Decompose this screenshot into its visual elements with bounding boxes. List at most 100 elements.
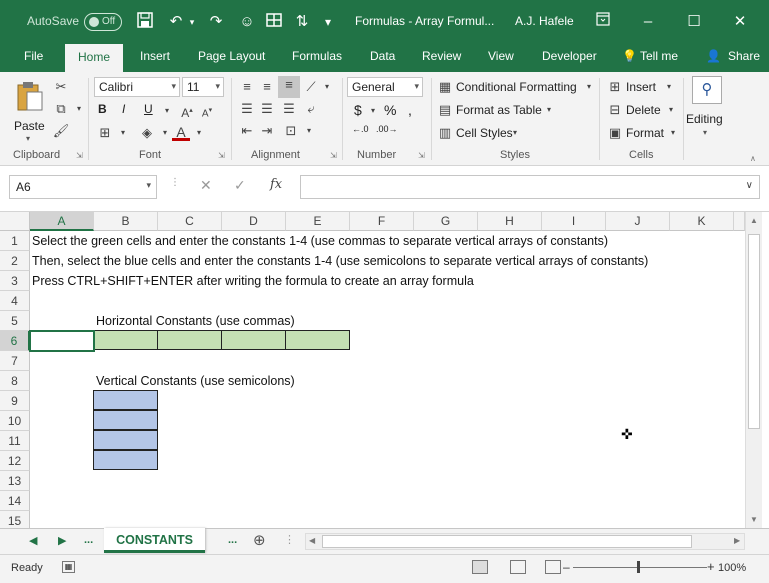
- copy-icon[interactable]: ⧉: [52, 100, 70, 118]
- editing-button[interactable]: ⚲ Editing ▾: [686, 76, 728, 137]
- insert-dropdown-icon[interactable]: ▾: [660, 78, 678, 96]
- row-header-15[interactable]: 15: [0, 511, 30, 528]
- scroll-down-icon[interactable]: ▼: [750, 515, 758, 524]
- font-size-select[interactable]: 11 ▾: [182, 77, 224, 97]
- more-sheets-left[interactable]: ...: [84, 534, 93, 546]
- currency-dropdown-icon[interactable]: ▾: [364, 102, 382, 120]
- close-icon[interactable]: ✕: [730, 12, 750, 32]
- align-left-icon[interactable]: ☰: [238, 100, 256, 118]
- clipboard-launcher-icon[interactable]: ⇲: [76, 151, 83, 160]
- blue-cell-b12[interactable]: [93, 450, 158, 470]
- tab-insert[interactable]: Insert: [140, 49, 170, 63]
- fill-color-icon[interactable]: ◈: [138, 124, 156, 142]
- increase-indent-icon[interactable]: ⇥: [258, 122, 276, 140]
- row-header-1[interactable]: 1: [0, 231, 30, 251]
- cell-b5[interactable]: Horizontal Constants (use commas): [96, 311, 295, 331]
- customize-toolbar-icon[interactable]: ▾: [318, 12, 338, 32]
- zoom-percent[interactable]: 100%: [718, 562, 746, 574]
- format-dropdown-icon[interactable]: ▾: [664, 124, 682, 142]
- blue-cell-b10[interactable]: [93, 410, 158, 430]
- sheet-tab-constants[interactable]: CONSTANTS: [104, 528, 205, 553]
- green-cell-d6[interactable]: [221, 330, 286, 350]
- add-sheet-icon[interactable]: ⊕: [253, 531, 266, 549]
- share-button[interactable]: Share: [728, 49, 760, 63]
- column-header-k[interactable]: K: [670, 212, 734, 231]
- row-header-4[interactable]: 4: [0, 291, 30, 311]
- worksheet-grid[interactable]: A B C D E F G H I J K 1 2 3 4 5 6 7 8 9 …: [0, 212, 769, 528]
- font-color-dropdown-icon[interactable]: ▾: [190, 124, 208, 142]
- insert-cells-button[interactable]: Insert: [626, 80, 656, 94]
- zoom-slider-thumb[interactable]: [637, 561, 640, 573]
- decrease-font-icon[interactable]: A▾: [198, 102, 216, 120]
- collapse-ribbon-icon[interactable]: ∧: [750, 154, 756, 163]
- redo-icon[interactable]: ↷: [206, 12, 226, 32]
- font-name-select[interactable]: Calibri ▾: [94, 77, 180, 97]
- column-header-d[interactable]: D: [222, 212, 286, 231]
- formula-input[interactable]: ∨: [300, 175, 760, 199]
- orientation-dropdown-icon[interactable]: ▾: [318, 78, 336, 96]
- column-header-b[interactable]: B: [94, 212, 158, 231]
- italic-button[interactable]: I: [122, 102, 125, 116]
- align-bottom-icon[interactable]: ≡: [278, 76, 300, 98]
- next-sheet-icon[interactable]: ▶: [58, 534, 66, 547]
- vertical-scroll-thumb[interactable]: [748, 234, 760, 429]
- row-header-13[interactable]: 13: [0, 471, 30, 491]
- delete-dropdown-icon[interactable]: ▾: [662, 101, 680, 119]
- tab-home[interactable]: Home: [65, 44, 124, 72]
- row-header-6[interactable]: 6: [0, 331, 30, 351]
- undo-dropdown-icon[interactable]: ▾: [182, 12, 202, 32]
- column-header-a[interactable]: A: [30, 212, 94, 231]
- row-header-2[interactable]: 2: [0, 251, 30, 271]
- name-box[interactable]: A6 ▾: [9, 175, 157, 199]
- row-header-10[interactable]: 10: [0, 411, 30, 431]
- insert-function-icon[interactable]: fx: [270, 177, 282, 192]
- vertical-scrollbar[interactable]: ▲ ▼: [745, 212, 762, 528]
- borders-icon[interactable]: ⊞: [96, 124, 114, 142]
- underline-button[interactable]: U: [144, 102, 153, 116]
- horizontal-scrollbar[interactable]: ◀ ▶: [305, 533, 745, 550]
- scroll-left-icon[interactable]: ◀: [309, 536, 315, 545]
- increase-font-icon[interactable]: A▴: [178, 102, 196, 120]
- row-header-8[interactable]: 8: [0, 371, 30, 391]
- format-cells-button[interactable]: Format: [626, 126, 664, 140]
- cell-a3[interactable]: Press CTRL+SHIFT+ENTER after writing the…: [32, 271, 474, 291]
- share-icon[interactable]: 👤: [706, 49, 721, 63]
- tab-file[interactable]: File: [24, 49, 43, 63]
- sort-icon[interactable]: ⇅: [292, 12, 312, 32]
- percent-icon[interactable]: %: [384, 102, 396, 118]
- format-table-dropdown-icon[interactable]: ▾: [540, 101, 558, 119]
- currency-icon[interactable]: $: [354, 102, 362, 118]
- maximize-icon[interactable]: ☐: [684, 12, 704, 32]
- select-all-corner[interactable]: [0, 212, 30, 231]
- row-header-7[interactable]: 7: [0, 351, 30, 371]
- column-header-c[interactable]: C: [158, 212, 222, 231]
- autosave-toggle[interactable]: Off: [84, 13, 122, 31]
- minimize-icon[interactable]: –: [638, 12, 658, 32]
- font-color-icon[interactable]: A: [172, 123, 190, 141]
- more-sheets-right[interactable]: ...: [228, 534, 237, 546]
- cell-styles-dropdown-icon[interactable]: ▾: [506, 124, 524, 142]
- save-icon[interactable]: [135, 12, 155, 32]
- comma-style-icon[interactable]: ,: [408, 102, 412, 118]
- cancel-icon[interactable]: ✕: [200, 177, 212, 194]
- column-header-j[interactable]: J: [606, 212, 670, 231]
- cell-a1[interactable]: Select the green cells and enter the con…: [32, 231, 608, 251]
- green-cell-c6[interactable]: [157, 330, 222, 350]
- paste-button[interactable]: Paste ▾: [12, 78, 48, 143]
- tab-data[interactable]: Data: [370, 49, 395, 63]
- smiley-icon[interactable]: ☺: [237, 12, 257, 32]
- zoom-out-icon[interactable]: –: [563, 560, 570, 574]
- enter-icon[interactable]: ✓: [234, 177, 246, 194]
- borders-dropdown-icon[interactable]: ▾: [114, 124, 132, 142]
- prev-sheet-icon[interactable]: ◀: [29, 534, 37, 547]
- row-header-11[interactable]: 11: [0, 431, 30, 451]
- blue-cell-b11[interactable]: [93, 430, 158, 450]
- lightbulb-icon[interactable]: 💡: [622, 49, 637, 63]
- underline-dropdown-icon[interactable]: ▾: [158, 102, 176, 120]
- active-cell-a6[interactable]: [29, 330, 95, 352]
- horizontal-scroll-thumb[interactable]: [322, 535, 692, 548]
- page-break-view-icon[interactable]: [545, 560, 561, 574]
- conditional-formatting-button[interactable]: Conditional Formatting: [456, 80, 577, 94]
- number-launcher-icon[interactable]: ⇲: [418, 151, 425, 160]
- column-header-e[interactable]: E: [286, 212, 350, 231]
